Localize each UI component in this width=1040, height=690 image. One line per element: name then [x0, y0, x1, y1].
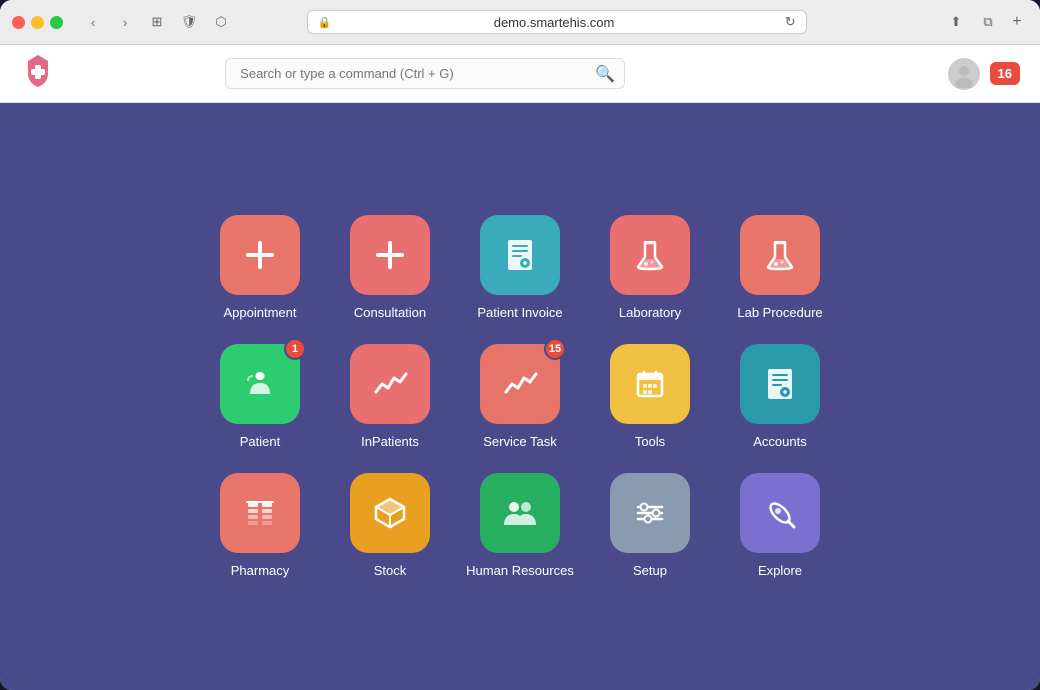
- url-text: demo.smartehis.com: [337, 15, 770, 30]
- tools-label: Tools: [635, 434, 665, 449]
- app-item-lab-procedure[interactable]: Lab Procedure: [725, 215, 835, 320]
- accounts-label: Accounts: [753, 434, 806, 449]
- browser-window: ‹ › ⊞ 🛡 ⬡ 🔒 demo.smartehis.com ↻ ⬆ ⧉ +: [0, 0, 1040, 690]
- app-grid: Appointment Consultation: [175, 185, 865, 608]
- address-bar[interactable]: 🔒 demo.smartehis.com ↻: [307, 10, 807, 34]
- maximize-button[interactable]: [50, 16, 63, 29]
- app-item-service-task[interactable]: 15 Service Task: [465, 344, 575, 449]
- explore-icon: [740, 473, 820, 553]
- patient-icon: 1: [220, 344, 300, 424]
- search-icon: 🔍: [595, 64, 615, 84]
- accounts-icon: [740, 344, 820, 424]
- browser-chrome: ‹ › ⊞ 🛡 ⬡ 🔒 demo.smartehis.com ↻ ⬆ ⧉ +: [0, 0, 1040, 45]
- explore-label: Explore: [758, 563, 802, 578]
- nav-buttons: ‹ › ⊞ 🛡 ⬡: [79, 11, 235, 33]
- app-logo[interactable]: [20, 53, 56, 94]
- app-item-setup[interactable]: Setup: [595, 473, 705, 578]
- app-item-consultation[interactable]: Consultation: [335, 215, 445, 320]
- setup-icon: [610, 473, 690, 553]
- inpatients-icon: [350, 344, 430, 424]
- app-item-patient-invoice[interactable]: Patient Invoice: [465, 215, 575, 320]
- new-tab-button[interactable]: +: [1006, 11, 1028, 33]
- minimize-button[interactable]: [31, 16, 44, 29]
- close-button[interactable]: [12, 16, 25, 29]
- app-header: 🔍 16: [0, 45, 1040, 103]
- human-resources-icon: [480, 473, 560, 553]
- lab-procedure-label: Lab Procedure: [737, 305, 822, 320]
- stock-label: Stock: [374, 563, 407, 578]
- browser-actions: ⬆ ⧉ +: [942, 11, 1028, 33]
- app-item-explore[interactable]: Explore: [725, 473, 835, 578]
- header-right: 16: [948, 58, 1020, 90]
- lock-icon: 🔒: [318, 16, 332, 29]
- setup-label: Setup: [633, 563, 667, 578]
- app-item-tools[interactable]: Tools: [595, 344, 705, 449]
- app-item-laboratory[interactable]: Laboratory: [595, 215, 705, 320]
- appointment-icon: [220, 215, 300, 295]
- app-item-patient[interactable]: 1 Patient: [205, 344, 315, 449]
- service-task-badge: 15: [544, 338, 566, 360]
- patient-label: Patient: [240, 434, 280, 449]
- patient-badge: 1: [284, 338, 306, 360]
- share-button[interactable]: ⬆: [942, 11, 970, 33]
- app-main: Appointment Consultation: [0, 103, 1040, 690]
- pharmacy-icon: [220, 473, 300, 553]
- laboratory-label: Laboratory: [619, 305, 681, 320]
- refresh-button[interactable]: ↻: [785, 14, 796, 30]
- app-item-accounts[interactable]: Accounts: [725, 344, 835, 449]
- inpatients-label: InPatients: [361, 434, 419, 449]
- notification-badge[interactable]: 16: [990, 62, 1020, 85]
- app-item-inpatients[interactable]: InPatients: [335, 344, 445, 449]
- search-bar: 🔍: [225, 58, 625, 89]
- shield-button[interactable]: 🛡: [175, 11, 203, 33]
- app-item-appointment[interactable]: Appointment: [205, 215, 315, 320]
- bookmark-button[interactable]: ⬡: [207, 11, 235, 33]
- pharmacy-label: Pharmacy: [231, 563, 290, 578]
- laboratory-icon: [610, 215, 690, 295]
- consultation-icon: [350, 215, 430, 295]
- app-item-pharmacy[interactable]: Pharmacy: [205, 473, 315, 578]
- tools-icon: [610, 344, 690, 424]
- search-input[interactable]: [225, 58, 625, 89]
- appointment-label: Appointment: [224, 305, 297, 320]
- user-avatar[interactable]: [948, 58, 980, 90]
- consultation-label: Consultation: [354, 305, 426, 320]
- patient-invoice-icon: [480, 215, 560, 295]
- service-task-icon: 15: [480, 344, 560, 424]
- sidebar-button[interactable]: ⊞: [143, 11, 171, 33]
- tab-manager-button[interactable]: ⧉: [974, 11, 1002, 33]
- traffic-lights: [12, 16, 63, 29]
- app-item-human-resources[interactable]: Human Resources: [465, 473, 575, 578]
- back-button[interactable]: ‹: [79, 11, 107, 33]
- service-task-label: Service Task: [483, 434, 556, 449]
- patient-invoice-label: Patient Invoice: [477, 305, 562, 320]
- app-item-stock[interactable]: Stock: [335, 473, 445, 578]
- lab-procedure-icon: [740, 215, 820, 295]
- forward-button[interactable]: ›: [111, 11, 139, 33]
- stock-icon: [350, 473, 430, 553]
- human-resources-label: Human Resources: [466, 563, 574, 578]
